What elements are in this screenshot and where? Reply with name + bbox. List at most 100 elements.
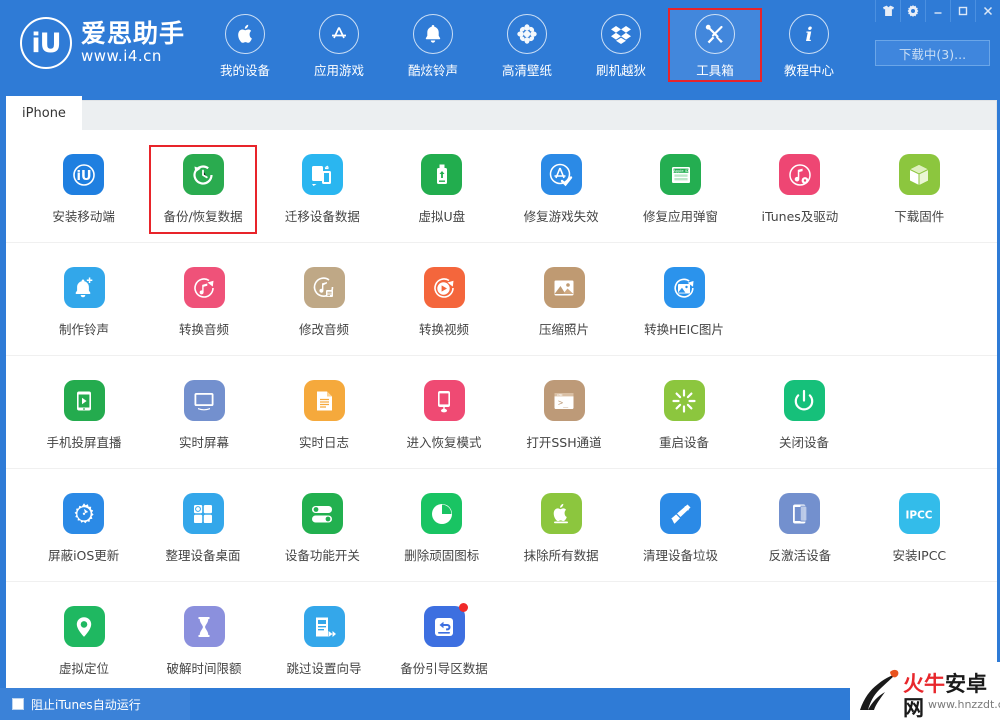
tool-compress-photo[interactable]: 压缩照片 [504,257,624,355]
tool-backup-boot-partition[interactable]: 备份引导区数据 [384,596,504,688]
tab-iphone[interactable]: iPhone [6,96,82,130]
tool-install-mobile-client[interactable]: iU 安装移动端 [24,144,143,242]
download-status-button[interactable]: 下载中(3)... [875,40,990,66]
delete-icon-icon [421,493,463,534]
nav-label: 应用游戏 [313,63,364,78]
tool-label: 反激活设备 [768,548,832,563]
block-update-icon [63,493,105,534]
tool-block-ios-update[interactable]: 屏蔽iOS更新 [24,483,143,581]
tool-make-ringtone[interactable]: 制作铃声 [24,257,144,355]
organize-desktop-icon [182,493,224,534]
dropbox-icon [601,14,641,54]
svg-text:Apple ID: Apple ID [673,169,688,173]
tool-label: 打开SSH通道 [526,435,602,450]
firmware-box-icon [898,154,940,195]
tools-icon [695,14,735,54]
svg-text:i: i [805,24,812,45]
tool-label: 进入恢复模式 [406,435,482,450]
clean-broom-icon [660,493,702,534]
feedback-button[interactable]: 意见反馈 [873,692,942,715]
i4-logo-icon: iU [20,17,72,69]
tool-organize-desktop[interactable]: 整理设备桌面 [143,483,262,581]
tool-label: 实时屏幕 [178,435,229,450]
tool-virtual-location[interactable]: 虚拟定位 [24,596,144,688]
tool-label: 设备功能开关 [284,548,360,563]
close-button[interactable] [975,0,1000,22]
nav-item-apps-games[interactable]: 应用游戏 [292,8,386,82]
nav-label: 酷炫铃声 [407,63,458,78]
appstore-fix-icon [540,154,582,195]
tool-convert-heic[interactable]: 转换HEIC图片 [624,257,744,355]
appleid-card-icon: Apple ID [660,154,702,195]
tool-enter-recovery-mode[interactable]: 进入恢复模式 [384,370,504,468]
audio-edit-icon [303,267,345,308]
tool-convert-video[interactable]: 转换视频 [384,257,504,355]
tool-crack-time-limit[interactable]: 破解时间限额 [144,596,264,688]
tool-fix-game-failure[interactable]: 修复游戏失效 [502,144,621,242]
svg-text:>_: >_ [558,398,569,408]
appstore-icon [319,14,359,54]
tool-label: 安装移动端 [52,209,115,224]
minimize-button[interactable] [925,0,950,22]
wechat-button[interactable]: 微信 [947,692,992,715]
nav-item-my-device[interactable]: 我的设备 [198,8,292,82]
live-screen-icon [183,380,225,421]
tool-skip-setup-wizard[interactable]: 跳过设置向导 [264,596,384,688]
maximize-button[interactable] [950,0,975,22]
skin-tshirt-icon[interactable] [875,0,900,22]
erase-all-icon [540,493,582,534]
tool-download-firmware[interactable]: 下载固件 [860,144,979,242]
tool-live-screen[interactable]: 实时屏幕 [144,370,264,468]
tool-label: 虚拟U盘 [418,209,466,224]
tool-label: 安装IPCC [892,548,947,563]
footer-left-group: 阻止iTunes自动运行 [0,688,190,720]
brand-text: 爱思助手 www.i4.cn [81,21,185,66]
log-file-icon [303,380,345,421]
nav-item-tutorials[interactable]: i 教程中心 [762,8,856,82]
tool-open-ssh-tunnel[interactable]: CMD >_ 打开SSH通道 [504,370,624,468]
tool-virtual-usb-drive[interactable]: 虚拟U盘 [382,144,501,242]
tool-label: 实时日志 [298,435,349,450]
tool-install-ipcc[interactable]: IPCC 安装IPCC [860,483,979,581]
tool-deactivate-device[interactable]: 反激活设备 [740,483,859,581]
flower-icon [507,14,547,54]
tool-label: 虚拟定位 [58,661,109,676]
tool-itunes-and-drivers[interactable]: iTunes及驱动 [740,144,859,242]
tool-power-off-device[interactable]: 关闭设备 [744,370,864,468]
nav-item-wallpapers[interactable]: 高清壁纸 [480,8,574,82]
tool-live-log[interactable]: 实时日志 [264,370,384,468]
recovery-mode-icon [423,380,465,421]
tool-label: 压缩照片 [538,322,589,337]
tool-erase-all-data[interactable]: 抹除所有数据 [502,483,621,581]
block-itunes-checkbox[interactable] [12,698,24,710]
tool-feature-toggles[interactable]: 设备功能开关 [263,483,382,581]
power-off-icon [783,380,825,421]
tool-reboot-device[interactable]: 重启设备 [624,370,744,468]
tool-fix-app-popup[interactable]: Apple ID 修复应用弹窗 [621,144,740,242]
tool-label: 迁移设备数据 [284,209,360,224]
toolbox-row: 手机投屏直播 实时屏幕 实时日志 进入恢复模式 CMD >_ 打开SSH通道 重… [6,356,997,469]
nav-label: 我的设备 [219,63,270,78]
nav-item-ringtones[interactable]: 酷炫铃声 [386,8,480,82]
tool-label: iTunes及驱动 [761,209,839,224]
svg-text:iU: iU [76,169,91,184]
tool-label: 删除顽固图标 [404,548,480,563]
toolbox-panel: iU 安装移动端 备份/恢复数据 迁移设备数据 虚拟U盘 修复游戏失效 Appl… [6,130,997,688]
info-icon: i [789,14,829,54]
tool-label: 修改音频 [298,322,349,337]
tool-screen-cast-live[interactable]: 手机投屏直播 [24,370,144,468]
tool-delete-stubborn-icon[interactable]: 删除顽固图标 [382,483,501,581]
tool-clean-device-junk[interactable]: 清理设备垃圾 [621,483,740,581]
tool-edit-audio[interactable]: 修改音频 [264,257,384,355]
device-migrate-icon [301,154,343,195]
tool-backup-restore-data[interactable]: 备份/恢复数据 [143,144,262,242]
tool-label: 备份/恢复数据 [163,209,243,224]
settings-gear-icon[interactable] [900,0,925,22]
deactivate-icon [779,493,821,534]
tool-migrate-device-data[interactable]: 迁移设备数据 [263,144,382,242]
tool-convert-audio[interactable]: 转换音频 [144,257,264,355]
video-convert-icon [423,267,465,308]
nav-item-flash-jailbreak[interactable]: 刷机越狄 [574,8,668,82]
i4-app-icon: iU [63,154,105,195]
nav-item-toolbox[interactable]: 工具箱 [668,8,762,82]
